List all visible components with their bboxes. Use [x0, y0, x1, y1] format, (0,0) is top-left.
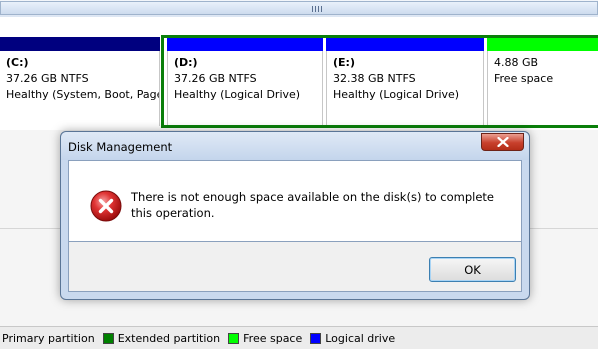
partition-bar [0, 37, 160, 51]
dialog-footer: OK [68, 242, 522, 292]
ok-button[interactable]: OK [429, 257, 516, 282]
legend-swatch [228, 332, 240, 344]
legend-item-primary: Primary partition [2, 332, 95, 345]
extended-partition-frame [161, 35, 598, 128]
partition-name: (C:) [6, 56, 29, 69]
error-icon [90, 190, 122, 222]
legend-swatch [310, 332, 322, 344]
legend-item-logical: Logical drive [310, 332, 395, 345]
close-icon [496, 137, 509, 147]
legend-swatch [102, 332, 114, 344]
error-message: There is not enough space available on t… [131, 190, 495, 220]
error-dialog: Disk Management There is not enough spac… [60, 131, 530, 300]
legend-item-free-space: Free space [228, 332, 302, 345]
legend-label: Free space [243, 331, 303, 345]
legend-label: Primary partition [2, 331, 95, 345]
dialog-title: Disk Management [68, 140, 173, 154]
close-button[interactable] [481, 133, 524, 151]
scrollbar-thumb[interactable] [0, 1, 598, 15]
legend-label: Extended partition [117, 331, 221, 345]
horizontal-scrollbar[interactable] [0, 0, 598, 18]
partition-status: Healthy (System, Boot, Page [6, 88, 160, 101]
scroll-grip-icon [312, 6, 322, 12]
dialog-titlebar[interactable]: Disk Management [61, 132, 529, 160]
legend: Primary partition Extended partition Fre… [0, 326, 598, 349]
partition-c[interactable]: (C:) 37.26 GB NTFS Healthy (System, Boot… [0, 37, 160, 126]
disk-map: (C:) 37.26 GB NTFS Healthy (System, Boot… [0, 17, 598, 130]
legend-label: Logical drive [325, 331, 396, 345]
legend-item-extended: Extended partition [102, 331, 221, 345]
dialog-content: There is not enough space available on t… [68, 160, 522, 242]
partition-size: 37.26 GB NTFS [6, 72, 89, 85]
